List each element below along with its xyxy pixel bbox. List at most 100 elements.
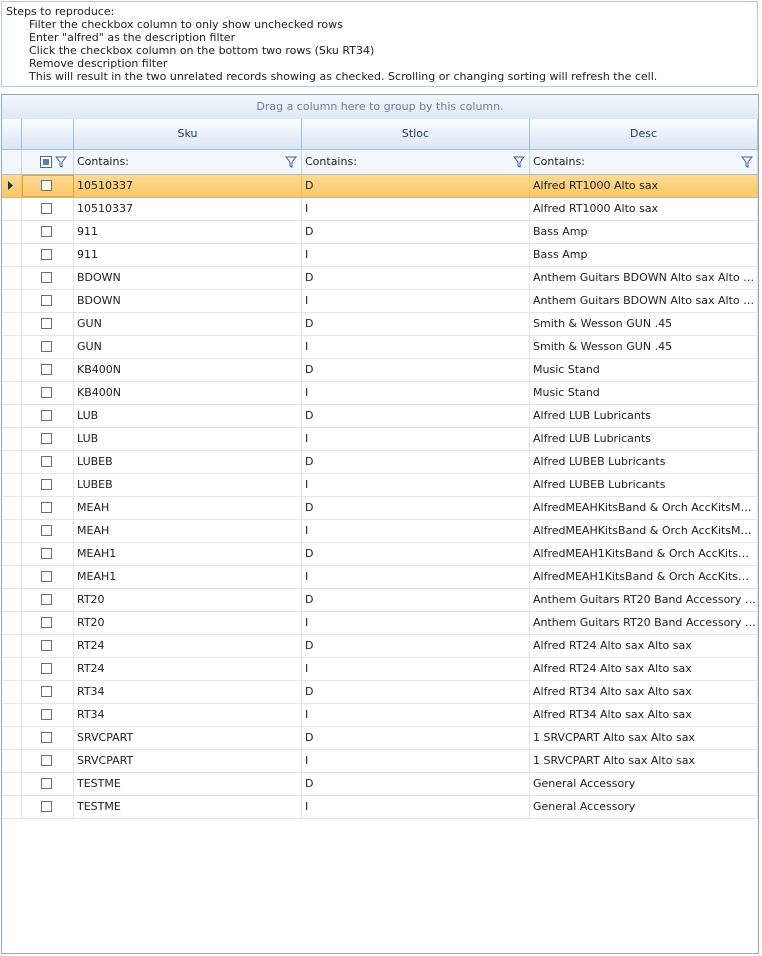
stloc-cell[interactable]: I <box>302 290 530 312</box>
row-indicator-cell[interactable] <box>2 244 22 266</box>
table-row[interactable]: MEAH1 D AlfredMEAH1KitsBand & Orch AccKits… <box>2 543 758 566</box>
table-row[interactable]: KB400N D Music Stand <box>2 359 758 382</box>
desc-cell[interactable]: Music Stand <box>530 382 758 404</box>
table-row[interactable]: 911 D Bass Amp <box>2 221 758 244</box>
row-checkbox[interactable] <box>41 387 52 398</box>
table-row[interactable]: 10510337 D Alfred RT1000 Alto sax <box>2 175 758 198</box>
desc-filter-operator[interactable]: Contains: <box>533 155 585 168</box>
sku-cell[interactable]: MEAH1 <box>74 566 302 588</box>
row-indicator-cell[interactable] <box>2 796 22 818</box>
stloc-cell[interactable]: I <box>302 658 530 680</box>
stloc-cell[interactable]: I <box>302 244 530 266</box>
checkbox-cell[interactable] <box>22 428 74 450</box>
stloc-cell[interactable]: D <box>302 405 530 427</box>
desc-cell[interactable]: Alfred LUBEB Lubricants <box>530 451 758 473</box>
row-indicator-cell[interactable] <box>2 451 22 473</box>
column-header-stloc[interactable]: Stloc <box>302 119 530 149</box>
row-checkbox[interactable] <box>41 755 52 766</box>
sku-cell[interactable]: TESTME <box>74 796 302 818</box>
desc-cell[interactable]: Alfred LUB Lubricants <box>530 428 758 450</box>
row-indicator-cell[interactable] <box>2 658 22 680</box>
table-row[interactable]: BDOWN D Anthem Guitars BDOWN Alto sax Alto… <box>2 267 758 290</box>
row-indicator-cell[interactable] <box>2 589 22 611</box>
stloc-cell[interactable]: I <box>302 612 530 634</box>
row-indicator-cell[interactable] <box>2 198 22 220</box>
row-checkbox[interactable] <box>41 249 52 260</box>
stloc-cell[interactable]: D <box>302 681 530 703</box>
filter-funnel-icon[interactable] <box>513 156 525 168</box>
sku-cell[interactable]: RT34 <box>74 704 302 726</box>
stloc-cell[interactable]: I <box>302 428 530 450</box>
stloc-cell[interactable]: D <box>302 497 530 519</box>
checkbox-cell[interactable] <box>22 336 74 358</box>
filter-funnel-icon[interactable] <box>55 156 67 168</box>
sku-cell[interactable]: RT34 <box>74 681 302 703</box>
checkbox-cell[interactable] <box>22 244 74 266</box>
checkbox-cell[interactable] <box>22 382 74 404</box>
desc-cell[interactable]: 1 SRVCPART Alto sax Alto sax <box>530 750 758 772</box>
sku-cell[interactable]: LUB <box>74 405 302 427</box>
sku-cell[interactable]: LUBEB <box>74 474 302 496</box>
row-indicator-cell[interactable] <box>2 543 22 565</box>
checkbox-cell[interactable] <box>22 221 74 243</box>
sku-cell[interactable]: RT24 <box>74 635 302 657</box>
stloc-cell[interactable]: I <box>302 474 530 496</box>
stloc-cell[interactable]: D <box>302 635 530 657</box>
row-indicator-cell[interactable] <box>2 267 22 289</box>
stloc-cell[interactable]: I <box>302 796 530 818</box>
table-row[interactable]: LUB I Alfred LUB Lubricants <box>2 428 758 451</box>
desc-cell[interactable]: AlfredMEAHKitsBand & Orch AccKitsMEAH... <box>530 520 758 542</box>
stloc-cell[interactable]: I <box>302 198 530 220</box>
checkbox-cell[interactable] <box>22 681 74 703</box>
table-row[interactable]: LUBEB I Alfred LUBEB Lubricants <box>2 474 758 497</box>
sku-cell[interactable]: GUN <box>74 336 302 358</box>
row-checkbox[interactable] <box>41 594 52 605</box>
sku-cell[interactable]: BDOWN <box>74 290 302 312</box>
sku-cell[interactable]: 911 <box>74 221 302 243</box>
row-checkbox[interactable] <box>41 663 52 674</box>
table-row[interactable]: RT20 I Anthem Guitars RT20 Band Accessory … <box>2 612 758 635</box>
stloc-cell[interactable]: D <box>302 589 530 611</box>
desc-cell[interactable]: Smith & Wesson GUN .45 <box>530 313 758 335</box>
desc-cell[interactable]: Alfred RT1000 Alto sax <box>530 175 758 197</box>
row-indicator-cell[interactable] <box>2 750 22 772</box>
stloc-filter-input[interactable]: Contains: <box>302 150 530 174</box>
checkbox-cell[interactable] <box>22 451 74 473</box>
desc-cell[interactable]: AlfredMEAH1KitsBand & Orch AccKitsMEA... <box>530 566 758 588</box>
sku-cell[interactable]: RT20 <box>74 612 302 634</box>
table-row[interactable]: SRVCPART I 1 SRVCPART Alto sax Alto sax <box>2 750 758 773</box>
checkbox-cell[interactable] <box>22 405 74 427</box>
row-checkbox[interactable] <box>41 272 52 283</box>
stloc-cell[interactable]: I <box>302 750 530 772</box>
row-checkbox[interactable] <box>41 364 52 375</box>
row-checkbox[interactable] <box>41 548 52 559</box>
desc-cell[interactable]: AlfredMEAH1KitsBand & Orch AccKitsMEA... <box>530 543 758 565</box>
desc-cell[interactable]: Alfred RT24 Alto sax Alto sax <box>530 658 758 680</box>
checkbox-cell[interactable] <box>22 658 74 680</box>
sku-cell[interactable]: 10510337 <box>74 175 302 197</box>
sku-cell[interactable]: MEAH <box>74 497 302 519</box>
stloc-cell[interactable]: D <box>302 727 530 749</box>
desc-cell[interactable]: Alfred LUB Lubricants <box>530 405 758 427</box>
row-checkbox[interactable] <box>41 801 52 812</box>
sku-cell[interactable]: LUBEB <box>74 451 302 473</box>
sku-filter-operator[interactable]: Contains: <box>77 155 129 168</box>
checkbox-cell[interactable] <box>22 474 74 496</box>
checkbox-cell[interactable] <box>22 773 74 795</box>
desc-cell[interactable]: General Accessory <box>530 773 758 795</box>
desc-cell[interactable]: Anthem Guitars BDOWN Alto sax Alto sax <box>530 267 758 289</box>
table-row[interactable]: 911 I Bass Amp <box>2 244 758 267</box>
desc-cell[interactable]: Anthem Guitars BDOWN Alto sax Alto sax <box>530 290 758 312</box>
checkbox-cell[interactable] <box>22 290 74 312</box>
column-header-desc[interactable]: Desc <box>530 119 758 149</box>
row-checkbox[interactable] <box>41 525 52 536</box>
row-checkbox[interactable] <box>41 341 52 352</box>
table-row[interactable]: SRVCPART D 1 SRVCPART Alto sax Alto sax <box>2 727 758 750</box>
stloc-cell[interactable]: D <box>302 451 530 473</box>
row-indicator-cell[interactable] <box>2 727 22 749</box>
row-checkbox[interactable] <box>41 410 52 421</box>
stloc-cell[interactable]: D <box>302 175 530 197</box>
row-indicator-cell[interactable] <box>2 313 22 335</box>
checkbox-cell[interactable] <box>22 796 74 818</box>
table-row[interactable]: BDOWN I Anthem Guitars BDOWN Alto sax Alto… <box>2 290 758 313</box>
